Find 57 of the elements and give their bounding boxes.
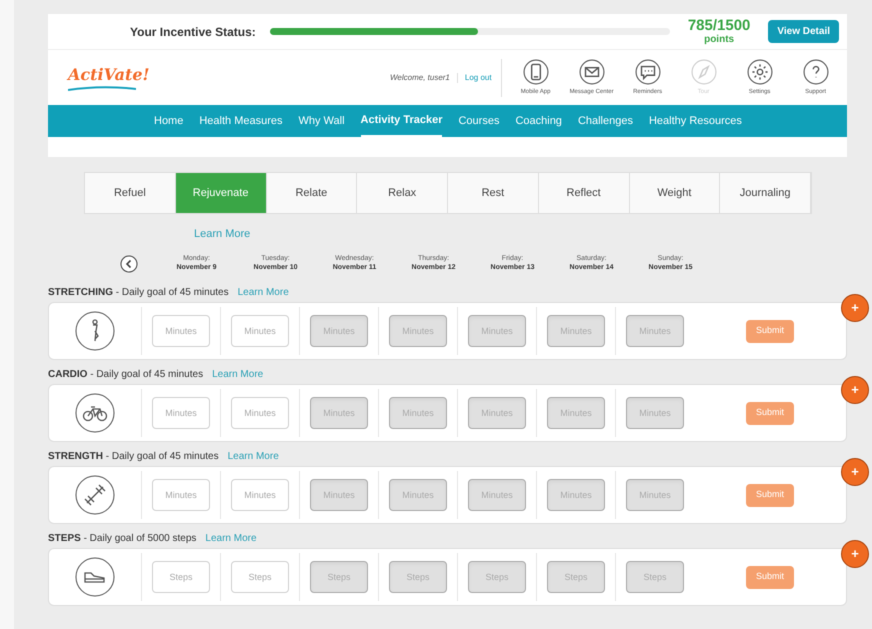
learn-more-link[interactable]: Learn More: [228, 449, 279, 464]
entry-field[interactable]: Minutes: [152, 397, 210, 429]
activity-goal: STRENGTH - Daily goal of 45 minutes: [48, 450, 219, 464]
activity-goal: STRETCHING - Daily goal of 45 minutes: [48, 286, 229, 300]
learn-more-link[interactable]: Learn More: [212, 367, 264, 382]
entry-field[interactable]: Steps: [152, 561, 210, 593]
add-button[interactable]: +: [841, 376, 869, 404]
logo[interactable]: ActiVate!: [68, 64, 154, 86]
settings-icon[interactable]: [746, 58, 773, 84]
category-tab[interactable]: Relax: [357, 173, 448, 213]
bicycle-icon: [75, 393, 115, 433]
phone-icon[interactable]: [522, 58, 549, 84]
points-unit: points: [704, 35, 734, 45]
envelope-icon[interactable]: [578, 58, 605, 84]
submit-button[interactable]: Submit: [746, 320, 794, 342]
learn-more-link[interactable]: Learn More: [238, 285, 289, 300]
category-tab[interactable]: Rest: [448, 173, 539, 213]
dumbbell-icon: [75, 475, 115, 515]
entry-field[interactable]: Steps: [231, 561, 289, 593]
stretching-figure-icon: [75, 311, 115, 351]
nav-link[interactable]: Coaching: [515, 105, 562, 137]
nav-link[interactable]: Courses: [458, 105, 500, 137]
activity-goal: CARDIO - Daily goal of 45 minutes: [48, 368, 204, 382]
category-tab[interactable]: Weight: [630, 173, 720, 213]
nav-link[interactable]: Challenges: [578, 105, 633, 137]
log-out-link[interactable]: Log out: [464, 72, 492, 84]
points-value: 785/1500: [688, 18, 750, 33]
add-button[interactable]: +: [841, 540, 869, 568]
entry-field[interactable]: Minutes: [231, 397, 289, 429]
nav-link[interactable]: Home: [154, 105, 184, 137]
nav-link[interactable]: Why Wall: [298, 105, 345, 137]
nav-link[interactable]: Healthy Resources: [648, 105, 742, 137]
activity-goal: STEPS - Daily goal of 5000 steps: [48, 532, 196, 546]
view-detail-button[interactable]: View Detail: [768, 20, 840, 43]
category-tab[interactable]: Relate: [266, 173, 358, 213]
category-tab[interactable]: Rejuvenate: [176, 173, 266, 213]
add-button[interactable]: +: [841, 294, 869, 322]
submit-button[interactable]: Submit: [746, 402, 794, 424]
submit-button[interactable]: Submit: [746, 566, 794, 588]
category-tab[interactable]: Journaling: [720, 173, 811, 213]
nav-link[interactable]: Health Measures: [199, 105, 282, 137]
add-button[interactable]: +: [841, 458, 869, 486]
incentive-label: Your Incentive Status:: [130, 24, 256, 40]
entry-field[interactable]: Minutes: [231, 315, 289, 347]
learn-more-link[interactable]: Learn More: [205, 531, 257, 546]
welcome-text: Welcome, tuser1: [390, 72, 450, 84]
entry-field[interactable]: Minutes: [152, 479, 210, 511]
learn-more-link[interactable]: Learn More: [194, 228, 250, 240]
sneaker-icon: [75, 557, 115, 597]
submit-button[interactable]: Submit: [746, 484, 794, 506]
entry-field[interactable]: Minutes: [152, 315, 210, 347]
logo-swoosh-icon: [68, 86, 136, 91]
previous-week-icon[interactable]: [120, 255, 138, 273]
category-tab[interactable]: Reflect: [538, 173, 630, 213]
help-icon[interactable]: [802, 58, 829, 84]
entry-field[interactable]: Minutes: [231, 479, 289, 511]
chat-bubble-icon[interactable]: [634, 58, 661, 84]
